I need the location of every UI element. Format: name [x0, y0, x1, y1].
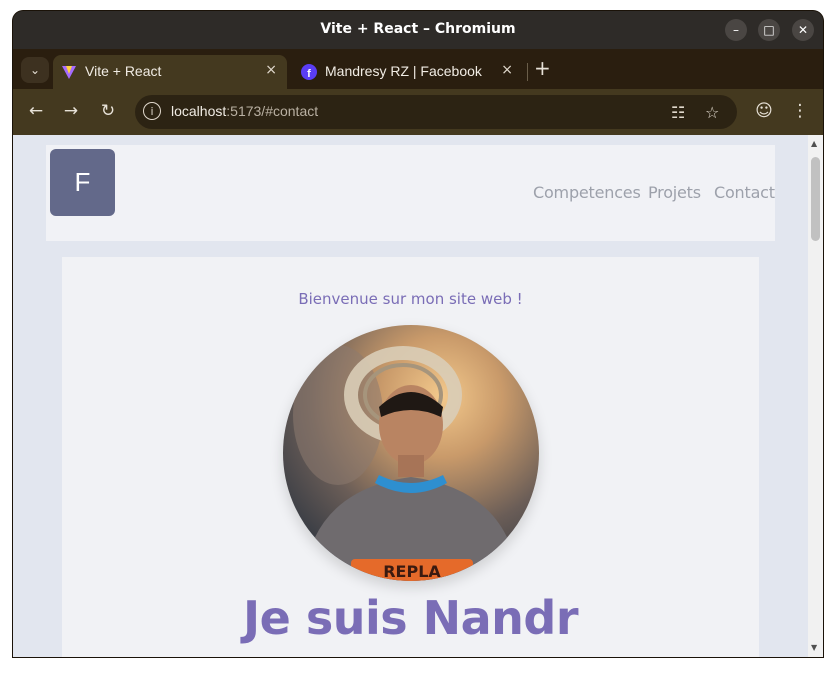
svg-text:f: f: [307, 68, 311, 80]
url-text[interactable]: localhost:5173/#contact: [171, 103, 318, 119]
url-host: localhost: [171, 103, 227, 119]
forward-button[interactable]: →: [59, 99, 83, 123]
back-button[interactable]: ←: [24, 99, 48, 123]
url-path: :5173/#contact: [226, 103, 319, 119]
page-viewport: F Competences Projets Contact Bienvenue …: [13, 135, 808, 657]
scroll-down-icon[interactable]: ▼: [811, 643, 817, 652]
tab-close-icon[interactable]: ×: [501, 62, 513, 78]
arrow-left-icon: ←: [28, 101, 44, 121]
profile-icon[interactable]: ☺: [752, 99, 776, 123]
menu-kebab-icon[interactable]: ⋮: [788, 99, 812, 123]
hero-headline: Je suis Nandr: [242, 591, 579, 645]
tab-close-icon[interactable]: ×: [265, 62, 277, 78]
tab-strip: ⌄ Vite + React × f Mandresy RZ | Faceboo…: [13, 49, 823, 89]
title-bar: Vite + React – Chromium – □ ✕: [13, 11, 823, 49]
arrow-right-icon: →: [63, 101, 79, 121]
reload-button[interactable]: ↻: [96, 99, 120, 123]
nav-link-projets[interactable]: Projets: [648, 183, 701, 202]
hero-section: Bienvenue sur mon site web ! REPLA Je su…: [62, 257, 759, 657]
profile-photo: REPLA: [283, 325, 539, 581]
welcome-text: Bienvenue sur mon site web !: [298, 290, 523, 308]
site-header: F Competences Projets Contact: [46, 145, 775, 241]
tab-facebook[interactable]: f Mandresy RZ | Facebook ×: [293, 55, 523, 89]
maximize-button[interactable]: □: [758, 19, 780, 41]
chevron-down-icon: ⌄: [29, 63, 41, 77]
tab-label: Mandresy RZ | Facebook: [325, 63, 482, 79]
reload-icon: ↻: [100, 101, 116, 121]
minimize-button[interactable]: –: [725, 19, 747, 41]
window-title: Vite + React – Chromium: [320, 21, 516, 37]
address-bar[interactable]: i localhost:5173/#contact ☷ ☆: [135, 95, 737, 129]
tab-divider: [527, 63, 528, 81]
facebook-icon: f: [301, 64, 317, 80]
vite-logo-icon: [62, 66, 76, 79]
page-scrollbar[interactable]: ▲ ▼: [808, 135, 823, 657]
browser-toolbar: ← → ↻ i localhost:5173/#contact ☷ ☆ ☺ ⋮: [13, 89, 823, 135]
tab-vite-react[interactable]: Vite + React ×: [53, 55, 287, 89]
nav-link-competences[interactable]: Competences: [533, 183, 641, 202]
svg-text:REPLA: REPLA: [383, 562, 441, 581]
nav-link-contact[interactable]: Contact: [714, 183, 775, 202]
scroll-up-icon[interactable]: ▲: [811, 139, 817, 148]
browser-window: Vite + React – Chromium – □ ✕ ⌄ Vite + R…: [13, 11, 823, 657]
tab-search-button[interactable]: ⌄: [21, 57, 49, 83]
tab-label: Vite + React: [85, 63, 162, 79]
translate-icon[interactable]: ☷: [671, 103, 685, 122]
site-logo[interactable]: F: [50, 149, 115, 216]
bookmark-star-icon[interactable]: ☆: [705, 103, 719, 122]
close-window-button[interactable]: ✕: [792, 19, 814, 41]
new-tab-button[interactable]: +: [534, 56, 551, 80]
site-info-icon[interactable]: i: [143, 102, 161, 120]
scrollbar-thumb[interactable]: [811, 157, 820, 241]
portrait-illustration: REPLA: [293, 345, 519, 581]
